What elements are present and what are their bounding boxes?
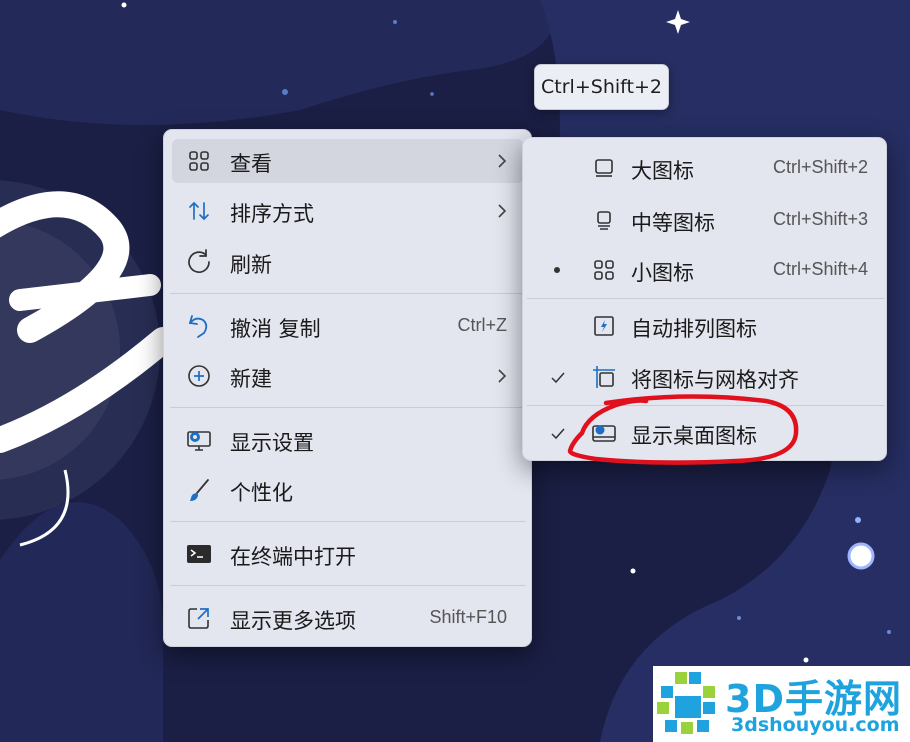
- menu-item-undo-copy[interactable]: 撤消 复制 Ctrl+Z: [172, 304, 523, 348]
- menu-separator: [527, 298, 884, 299]
- terminal-icon: [186, 541, 212, 567]
- selected-bullet-icon: [554, 267, 560, 273]
- show-desktop-icons-icon: [591, 420, 617, 446]
- shortcut-tooltip: Ctrl+Shift+2: [534, 64, 669, 110]
- new-plus-circle-icon: [186, 363, 212, 389]
- desktop-context-menu: 查看 排序方式 刷新 撤消 复制 Ctrl+Z 新建 显示设置 个性化 在终端中…: [163, 129, 532, 647]
- display-settings-icon: [186, 427, 212, 453]
- submenu-item-show-desktop-icons[interactable]: 显示桌面图标: [529, 411, 882, 455]
- menu-item-label: 刷新: [230, 253, 272, 277]
- menu-item-label: 查看: [230, 152, 272, 176]
- sort-arrows-icon: [186, 198, 212, 224]
- submenu-item-large-icons[interactable]: 大图标 Ctrl+Shift+2: [529, 146, 882, 190]
- menu-item-sort-by[interactable]: 排序方式: [172, 189, 523, 233]
- shortcut-label: Ctrl+Shift+2: [772, 157, 868, 177]
- submenu-item-label: 大图标: [631, 159, 694, 183]
- shortcut-label: Ctrl+Shift+4: [772, 259, 868, 279]
- open-external-icon: [186, 605, 212, 631]
- menu-item-label: 排序方式: [230, 202, 314, 226]
- menu-item-label: 撤消 复制: [230, 317, 321, 341]
- menu-item-refresh[interactable]: 刷新: [172, 240, 523, 284]
- menu-item-label: 新建: [230, 367, 272, 391]
- small-icons-grid-icon: [591, 257, 617, 283]
- submenu-item-auto-arrange[interactable]: 自动排列图标: [529, 304, 882, 348]
- menu-item-new[interactable]: 新建: [172, 354, 523, 398]
- undo-icon: [186, 313, 212, 339]
- menu-item-label: 显示设置: [230, 431, 314, 455]
- view-submenu: 大图标 Ctrl+Shift+2 中等图标 Ctrl+Shift+3 小图标 C…: [522, 137, 887, 461]
- menu-separator: [170, 407, 526, 408]
- submenu-item-label: 小图标: [631, 261, 694, 285]
- site-watermark: 3D手游网 3dshouyou.com: [653, 666, 910, 742]
- menu-item-label: 个性化: [230, 481, 293, 505]
- chevron-right-icon: [498, 154, 507, 168]
- menu-separator: [170, 521, 526, 522]
- menu-item-label: 显示更多选项: [230, 609, 356, 633]
- watermark-logo-icon: [657, 672, 715, 734]
- align-to-grid-icon: [591, 364, 617, 390]
- chevron-right-icon: [498, 369, 507, 383]
- menu-item-personalize[interactable]: 个性化: [172, 468, 523, 512]
- submenu-item-label: 自动排列图标: [631, 317, 757, 341]
- checkmark-icon: [551, 428, 565, 440]
- submenu-item-medium-icons[interactable]: 中等图标 Ctrl+Shift+3: [529, 198, 882, 242]
- menu-item-label: 在终端中打开: [230, 545, 356, 569]
- shortcut-label: Ctrl+Shift+3: [772, 209, 868, 229]
- submenu-item-label: 中等图标: [631, 211, 715, 235]
- chevron-right-icon: [498, 204, 507, 218]
- auto-arrange-icon: [591, 313, 617, 339]
- menu-separator: [527, 405, 884, 406]
- shortcut-label: Ctrl+Z: [457, 315, 508, 335]
- grid-view-icon: [186, 148, 212, 174]
- refresh-icon: [186, 249, 212, 275]
- menu-item-display-settings[interactable]: 显示设置: [172, 418, 523, 462]
- menu-item-view[interactable]: 查看: [172, 139, 523, 183]
- submenu-item-label: 将图标与网格对齐: [631, 368, 799, 392]
- menu-item-open-in-terminal[interactable]: 在终端中打开: [172, 532, 523, 576]
- shortcut-label: Shift+F10: [429, 607, 507, 627]
- menu-separator: [170, 585, 526, 586]
- menu-item-show-more-options[interactable]: 显示更多选项 Shift+F10: [172, 596, 523, 640]
- paintbrush-icon: [186, 477, 212, 503]
- checkmark-icon: [551, 372, 565, 384]
- watermark-url: 3dshouyou.com: [731, 714, 900, 736]
- submenu-item-small-icons[interactable]: 小图标 Ctrl+Shift+4: [529, 248, 882, 292]
- medium-icons-icon: [591, 207, 617, 233]
- submenu-item-label: 显示桌面图标: [631, 424, 757, 448]
- menu-separator: [170, 293, 526, 294]
- large-icons-icon: [591, 155, 617, 181]
- submenu-item-align-to-grid[interactable]: 将图标与网格对齐: [529, 355, 882, 399]
